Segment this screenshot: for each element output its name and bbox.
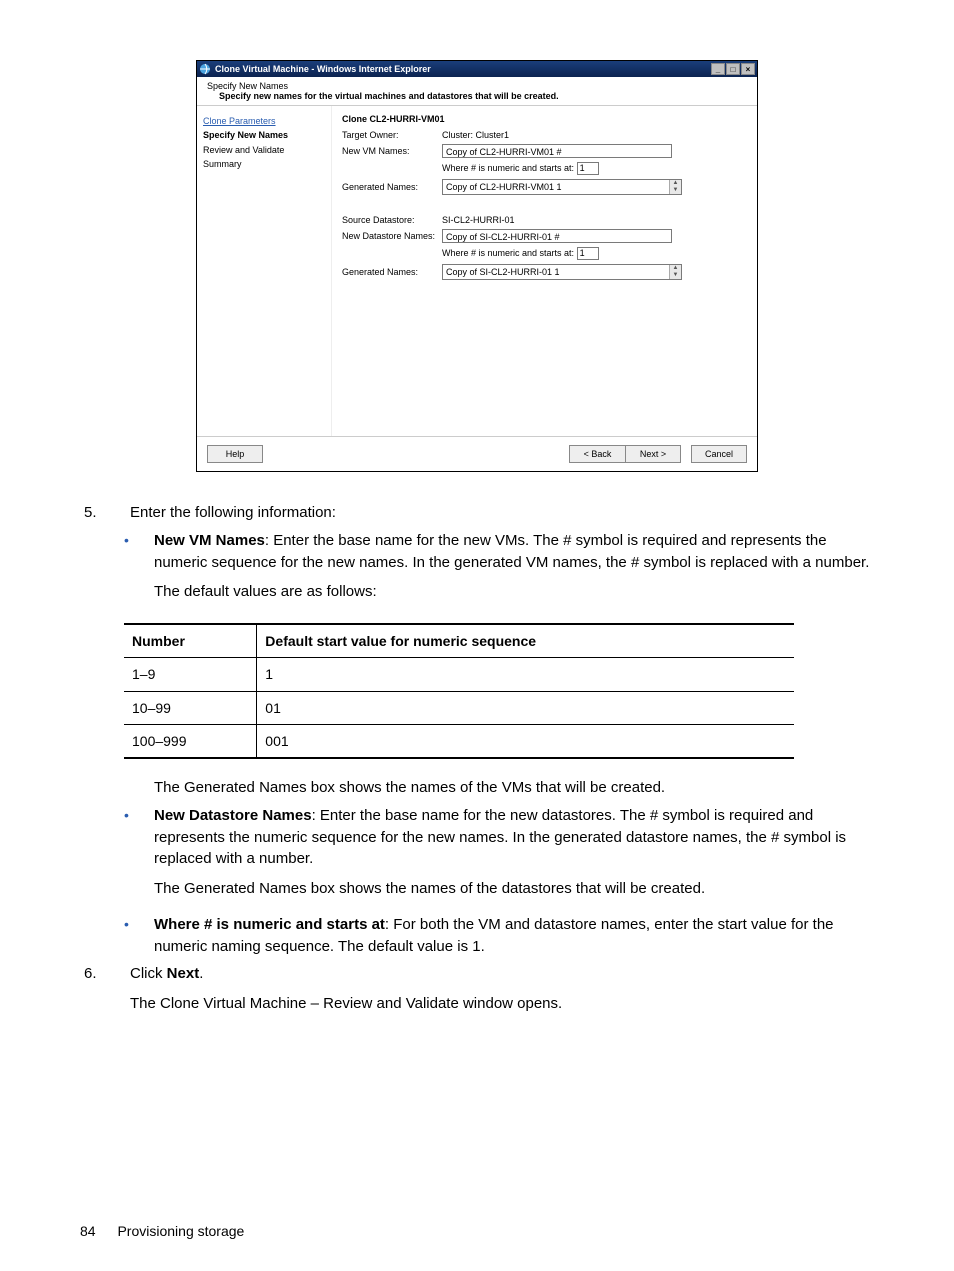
defaults-table: Number Default start value for numeric s… [124, 623, 794, 759]
bullet-where-numeric: • Where # is numeric and starts at: For … [124, 914, 874, 958]
nav-summary: Summary [203, 157, 325, 171]
vm-generated-names-value: Copy of CL2-HURRI-VM01 1 [443, 182, 669, 192]
ds-generated-names-box: Copy of SI-CL2-HURRI-01 1 ▲▼ [442, 264, 682, 280]
footer-section: Provisioning storage [117, 1223, 244, 1239]
step-6-number: 6. [80, 963, 130, 1023]
back-button[interactable]: < Back [569, 445, 625, 463]
wizard-footer: Help < Back Next > Cancel [197, 436, 757, 471]
next-button[interactable]: Next > [625, 445, 681, 463]
step-6-bold: Next [167, 965, 200, 982]
source-datastore-value: SI-CL2-HURRI-01 [442, 215, 747, 225]
default-values-intro: The default values are as follows: [154, 581, 874, 603]
cell-default: 1 [257, 658, 794, 691]
wizard-header: Specify New Names Specify new names for … [197, 77, 757, 106]
table-row: 100–999 001 [124, 724, 794, 758]
step-5: 5. Enter the following information: [80, 502, 874, 524]
bullet-icon: • [124, 914, 154, 958]
close-button[interactable]: × [741, 63, 755, 75]
new-datastore-names-label: New Datastore Names: [342, 231, 442, 241]
help-button[interactable]: Help [207, 445, 263, 463]
target-owner-label: Target Owner: [342, 130, 442, 140]
step-5-text: Enter the following information: [130, 502, 874, 524]
col-number-header: Number [124, 624, 257, 658]
nav-specify-new-names: Specify New Names [203, 128, 325, 142]
new-vm-names-label: New VM Names: [342, 146, 442, 156]
wizard-main: Clone CL2-HURRI-VM01 Target Owner: Clust… [332, 106, 757, 436]
page-footer: 84 Provisioning storage [80, 1223, 244, 1239]
table-row: 1–9 1 [124, 658, 794, 691]
ds-start-input[interactable]: 1 [577, 247, 599, 260]
step-5-number: 5. [80, 502, 130, 524]
window-controls: _ □ × [711, 63, 755, 75]
window-title: Clone Virtual Machine - Windows Internet… [215, 64, 431, 74]
cancel-button[interactable]: Cancel [691, 445, 747, 463]
cell-default: 01 [257, 691, 794, 724]
vm-generated-names-box: Copy of CL2-HURRI-VM01 1 ▲▼ [442, 179, 682, 195]
where-numeric-bold: Where # is numeric and starts at [154, 916, 385, 933]
ds-generated-names-value: Copy of SI-CL2-HURRI-01 1 [443, 267, 669, 277]
ie-icon [199, 63, 211, 75]
new-vm-names-bold: New VM Names [154, 532, 265, 549]
ds-gen-spinner[interactable]: ▲▼ [669, 265, 681, 279]
minimize-button[interactable]: _ [711, 63, 725, 75]
gen-vm-para: The Generated Names box shows the names … [154, 777, 874, 799]
cell-number: 10–99 [124, 691, 257, 724]
col-default-header: Default start value for numeric sequence [257, 624, 794, 658]
ds-generated-names-label: Generated Names: [342, 267, 442, 277]
new-vm-names-input[interactable]: Copy of CL2-HURRI-VM01 # [442, 144, 672, 158]
target-owner-value: Cluster: Cluster1 [442, 130, 747, 140]
bullet-new-datastore-names: • New Datastore Names: Enter the base na… [124, 805, 874, 908]
nav-review-validate: Review and Validate [203, 143, 325, 157]
wizard-step-title: Specify New Names [207, 81, 747, 91]
step-6-pre: Click [130, 965, 167, 982]
ds-numeric-label: Where # is numeric and starts at: [442, 248, 574, 258]
wizard-step-subtitle: Specify new names for the virtual machin… [207, 91, 747, 101]
titlebar: Clone Virtual Machine - Windows Internet… [197, 61, 757, 77]
new-datastore-names-input[interactable]: Copy of SI-CL2-HURRI-01 # [442, 229, 672, 243]
bullet-icon: • [124, 530, 154, 611]
clone-title: Clone CL2-HURRI-VM01 [342, 114, 747, 124]
maximize-button[interactable]: □ [726, 63, 740, 75]
bullet-new-vm-names: • New VM Names: Enter the base name for … [124, 530, 874, 611]
cell-number: 100–999 [124, 724, 257, 758]
cell-default: 001 [257, 724, 794, 758]
table-row: 10–99 01 [124, 691, 794, 724]
document-body: 5. Enter the following information: • Ne… [80, 502, 874, 1023]
wizard-window: Clone Virtual Machine - Windows Internet… [196, 60, 758, 472]
wizard-nav: Clone Parameters Specify New Names Revie… [197, 106, 332, 436]
step-6-result: The Clone Virtual Machine – Review and V… [130, 993, 874, 1015]
step-6-post: . [199, 965, 203, 982]
new-ds-names-bold: New Datastore Names [154, 807, 312, 824]
cell-number: 1–9 [124, 658, 257, 691]
step-6: 6. Click Next. The Clone Virtual Machine… [80, 963, 874, 1023]
vm-numeric-label: Where # is numeric and starts at: [442, 163, 574, 173]
nav-clone-parameters[interactable]: Clone Parameters [203, 114, 325, 128]
vm-gen-spinner[interactable]: ▲▼ [669, 180, 681, 194]
page-number: 84 [80, 1223, 96, 1239]
bullet-icon: • [124, 805, 154, 908]
gen-vm-text: The Generated Names box shows the names … [154, 777, 874, 799]
source-datastore-label: Source Datastore: [342, 215, 442, 225]
vm-start-input[interactable]: 1 [577, 162, 599, 175]
gen-ds-text: The Generated Names box shows the names … [154, 878, 874, 900]
vm-generated-names-label: Generated Names: [342, 182, 442, 192]
